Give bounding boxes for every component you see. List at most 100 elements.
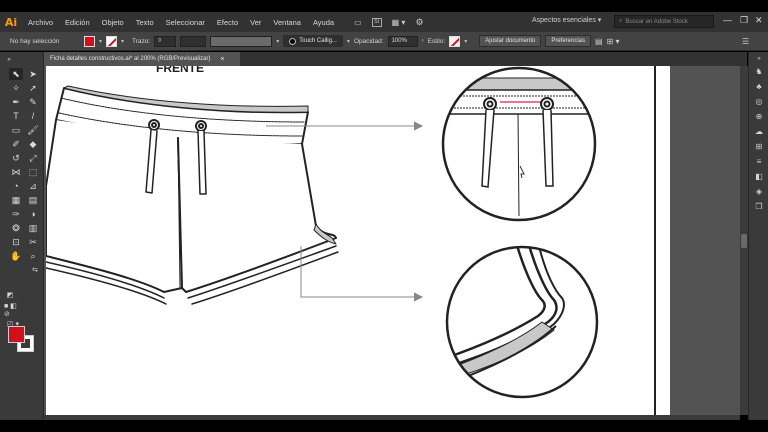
opacity-input[interactable]: 100% <box>387 35 418 47</box>
fill-color-swatch[interactable] <box>8 326 25 343</box>
artboards-icon[interactable]: ❐ <box>753 201 765 211</box>
right-panel-dock: » ♞ ♣ ◎ ⊕ ☁ ⊞ ≡ ◧ ◈ ❐ <box>748 52 768 420</box>
adjacent-artboard[interactable] <box>654 66 670 415</box>
default-colors-icon[interactable]: ◩ <box>3 289 17 301</box>
column-graph-tool-icon[interactable]: ▥ <box>26 222 40 234</box>
search-placeholder: Buscar en Adobe Stock <box>625 18 688 25</box>
tab-close-icon[interactable]: × <box>220 56 224 63</box>
maximize-icon[interactable]: ❐ <box>740 15 748 26</box>
shaper-tool-icon[interactable]: ✐ <box>9 138 23 150</box>
panel-menu-icon[interactable]: ☰ <box>742 37 749 46</box>
ajustar-documento-button[interactable]: Ajustar documento <box>479 35 542 47</box>
properties-icon[interactable]: ⊞ <box>753 141 765 151</box>
magic-wand-tool-icon[interactable]: ✧ <box>9 82 23 94</box>
paintbrush-tool-icon[interactable]: 🖌 <box>26 124 40 136</box>
bridge-icon[interactable]: ▭ <box>354 18 362 27</box>
perspective-grid-tool-icon[interactable]: ⊿ <box>26 180 40 192</box>
shape-builder-tool-icon[interactable]: ◔ <box>9 180 23 192</box>
technical-drawing <box>46 66 599 399</box>
align-icon[interactable]: ▤ <box>595 37 603 46</box>
graphic-style-swatch[interactable] <box>449 35 461 47</box>
pen-tool-icon[interactable]: ✒ <box>9 96 23 108</box>
chevron-down-icon[interactable]: ▾ <box>121 38 124 45</box>
preferencias-button[interactable]: Preferencias <box>545 35 592 47</box>
free-transform-tool-icon[interactable]: ⬚ <box>26 166 40 178</box>
stroke-icon[interactable]: ≡ <box>753 156 765 166</box>
expand-panels-icon[interactable]: » <box>753 54 765 64</box>
chevron-down-icon[interactable]: ▾ <box>464 38 467 45</box>
menu-objeto[interactable]: Objeto <box>96 18 130 27</box>
toggle-fill-stroke-icon[interactable]: ⇆ <box>28 264 42 276</box>
vertical-scrollbar[interactable] <box>740 66 748 415</box>
curvature-tool-icon[interactable]: ✎ <box>26 96 40 108</box>
blend-tool-icon[interactable]: ◑ <box>26 208 40 220</box>
menu-texto[interactable]: Texto <box>130 18 160 27</box>
rotate-tool-icon[interactable]: ↺ <box>9 152 23 164</box>
menu-ventana[interactable]: Ventana <box>267 18 307 27</box>
close-icon[interactable]: ✕ <box>755 15 763 26</box>
variable-width-profile[interactable] <box>210 35 273 47</box>
fill-swatch[interactable] <box>84 35 95 47</box>
document-tab-title: Ficha detalles constructivos.ai* al 200%… <box>50 56 211 62</box>
stroke-weight-stepper[interactable]: ◊ <box>154 35 177 47</box>
slice-tool-icon[interactable]: ✂ <box>26 236 40 248</box>
brushes-icon[interactable]: ♞ <box>753 66 765 76</box>
color-mode-icon[interactable]: ■ ◧ ⊘ <box>4 303 18 318</box>
search-stock-input[interactable]: ⌕ Buscar en Adobe Stock <box>614 15 714 28</box>
document-tab[interactable]: Ficha detalles constructivos.ai* al 200%… <box>44 52 240 66</box>
collapse-panel-icon[interactable]: « <box>2 54 16 66</box>
hand-tool-icon[interactable]: ✋ <box>9 250 23 262</box>
menu-ayuda[interactable]: Ayuda <box>307 18 340 27</box>
workspace-label: Aspectos esenciales <box>532 17 596 24</box>
opacity-label: Opacidad: <box>353 37 384 45</box>
vertical-scroll-thumb[interactable] <box>741 234 747 248</box>
width-tool-icon[interactable]: ⋈ <box>9 166 23 178</box>
brush-name: Touch Callig... <box>299 38 337 44</box>
transform-icon[interactable]: ⊞ ▾ <box>607 37 620 46</box>
menu-ver[interactable]: Ver <box>244 18 267 27</box>
type-tool-icon[interactable]: T <box>9 110 23 122</box>
gradient-tool-icon[interactable]: ▤ <box>26 194 40 206</box>
selection-tool-icon[interactable]: ⬉ <box>9 68 23 80</box>
gpu-performance-icon[interactable]: ⚙ <box>415 17 423 28</box>
chevron-right-icon[interactable]: › <box>422 38 424 44</box>
gradient-icon[interactable]: ◧ <box>753 171 765 181</box>
stroke-weight-input[interactable] <box>180 35 207 47</box>
artboard[interactable]: FRENTE <box>46 66 654 415</box>
rectangle-tool-icon[interactable]: ▭ <box>9 124 23 136</box>
menu-archivo[interactable]: Archivo <box>22 18 59 27</box>
artboard-tool-icon[interactable]: ⊡ <box>9 236 23 248</box>
document-tab-bar: Ficha detalles constructivos.ai* al 200%… <box>44 52 747 66</box>
menu-seleccionar[interactable]: Seleccionar <box>160 18 211 27</box>
menu-efecto[interactable]: Efecto <box>211 18 244 27</box>
minimize-icon[interactable]: — <box>723 15 732 25</box>
graphic-styles-icon[interactable]: ◎ <box>753 96 765 106</box>
brush-definition-dropdown[interactable]: Touch Callig... <box>283 35 343 47</box>
menu-bar: Ai Archivo Edición Objeto Texto Seleccio… <box>0 12 768 32</box>
eyedropper-tool-icon[interactable]: ✑ <box>9 208 23 220</box>
menu-edicion[interactable]: Edición <box>59 18 96 27</box>
detail-circle-waistband <box>441 66 597 222</box>
symbol-sprayer-tool-icon[interactable]: ❂ <box>9 222 23 234</box>
lasso-tool-icon[interactable]: ➚ <box>26 82 40 94</box>
appearance-icon[interactable]: ⊕ <box>753 111 765 121</box>
zoom-tool-icon[interactable]: ⌕ <box>26 250 40 262</box>
chevron-down-icon[interactable]: ▾ <box>99 38 102 45</box>
chevron-down-icon[interactable]: ▾ <box>276 38 279 45</box>
symbols-icon[interactable]: ♣ <box>753 81 765 91</box>
arrange-documents-icon[interactable]: ▦ ▾ <box>392 18 406 27</box>
direct-selection-tool-icon[interactable]: ➤ <box>26 68 40 80</box>
color-icon[interactable]: ☁ <box>753 126 765 136</box>
stroke-swatch[interactable] <box>106 35 118 47</box>
brush-dot-icon <box>289 37 297 45</box>
stock-icon[interactable]: St <box>371 17 382 27</box>
layers-icon[interactable]: ◈ <box>753 186 765 196</box>
chevron-down-icon[interactable]: ▾ <box>347 38 350 45</box>
mesh-tool-icon[interactable]: ▦ <box>9 194 23 206</box>
search-icon: ⌕ <box>619 18 623 24</box>
scale-tool-icon[interactable]: ⤢ <box>26 152 40 164</box>
eraser-tool-icon[interactable]: ◆ <box>26 138 40 150</box>
canvas-area[interactable]: FRENTE <box>44 66 744 415</box>
workspace-switcher[interactable]: Aspectos esenciales ▾ <box>532 16 601 24</box>
line-tool-icon[interactable]: / <box>26 110 40 122</box>
